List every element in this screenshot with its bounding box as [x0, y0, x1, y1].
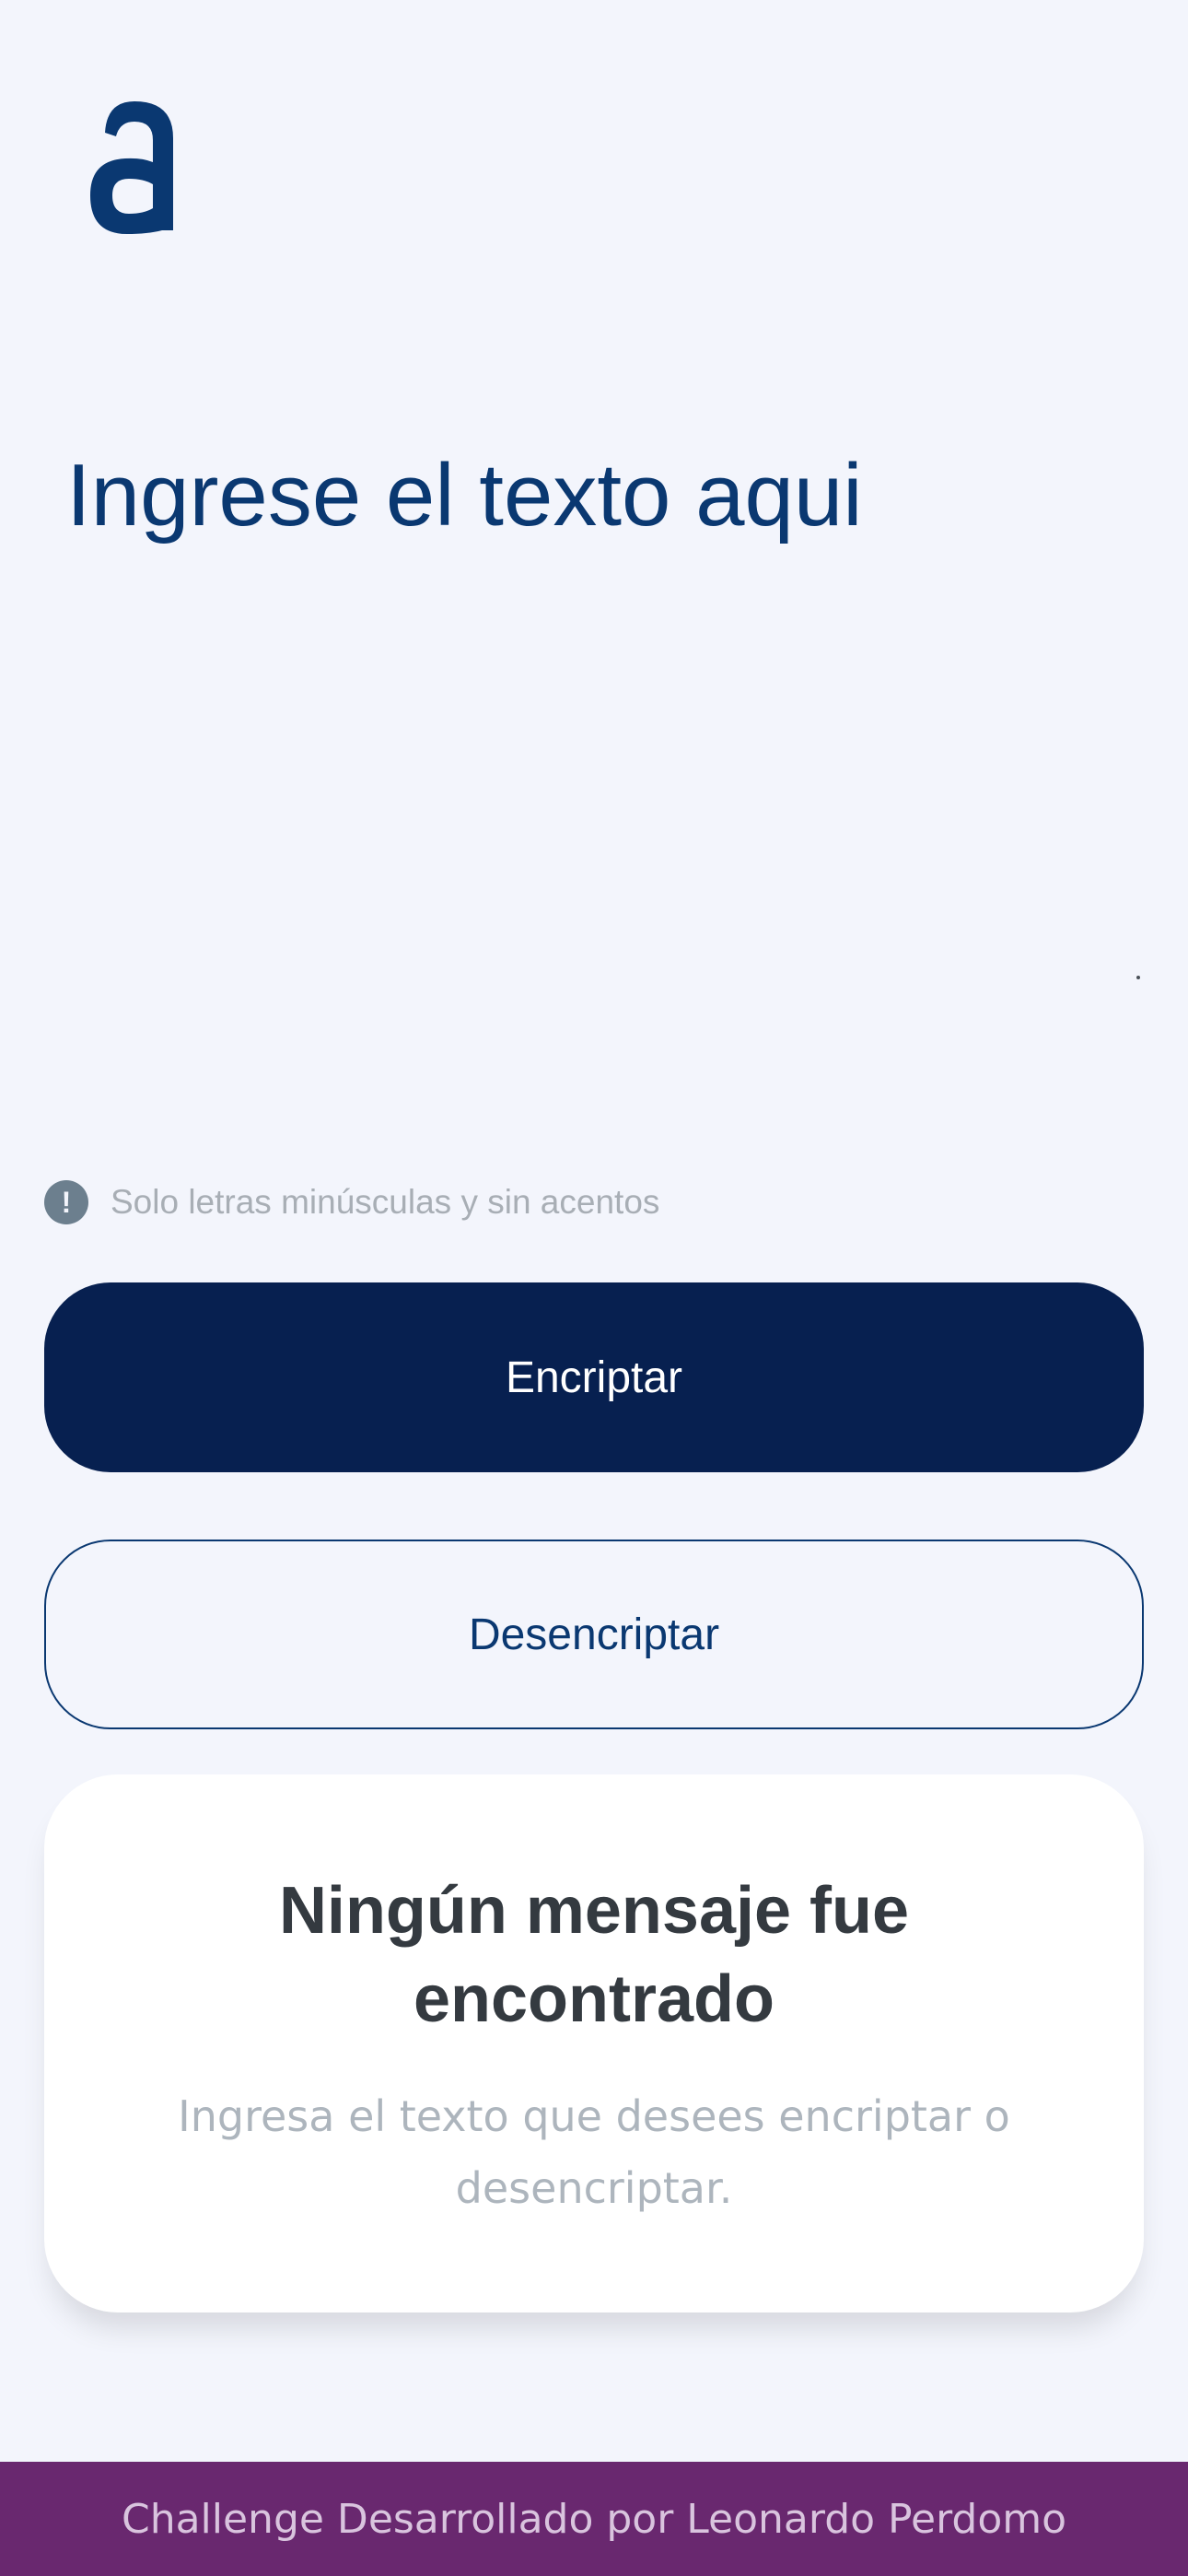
- footer: Challenge Desarrollado por Leonardo Perd…: [0, 2462, 1188, 2576]
- output-title: Ningún mensaje fue encontrado: [278, 1874, 910, 2036]
- hint-text: Solo letras minúsculas y sin acentos: [111, 1183, 660, 1221]
- output-panel: Ningún mensaje fue encontrado Ingresa el…: [44, 1774, 1144, 2313]
- encrypt-button[interactable]: Encriptar: [44, 1282, 1144, 1472]
- logo-a-icon: [90, 101, 173, 234]
- footer-credit: Challenge Desarrollado por Leonardo Perd…: [121, 2495, 1067, 2543]
- textarea-resize-handle[interactable]: [1136, 976, 1140, 979]
- exclamation-circle-icon: !: [44, 1180, 88, 1224]
- app-page: ! Solo letras minúsculas y sin acentos E…: [0, 0, 1188, 2576]
- alura-logo[interactable]: [85, 96, 179, 236]
- message-input[interactable]: [66, 442, 1144, 1013]
- output-description: Ingresa el texto que desees encriptar o …: [178, 2091, 1010, 2213]
- input-hint: ! Solo letras minúsculas y sin acentos: [44, 1179, 659, 1225]
- decrypt-button[interactable]: Desencriptar: [44, 1540, 1144, 1729]
